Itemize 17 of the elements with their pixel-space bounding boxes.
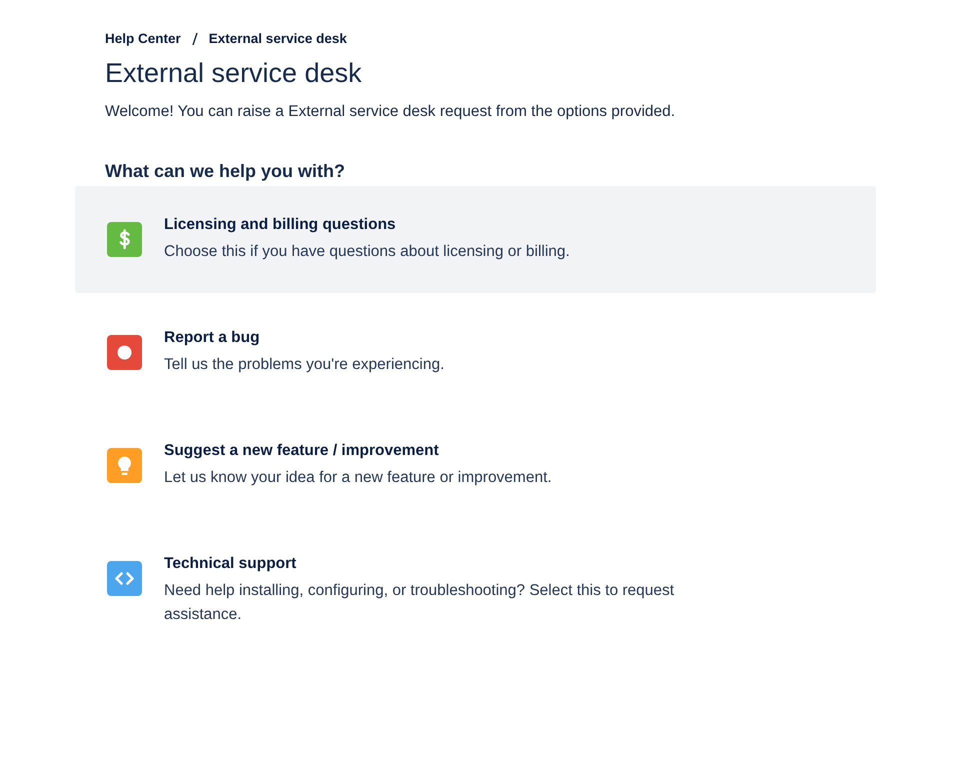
request-type-item[interactable]: Report a bug Tell us the problems you're experiencing. <box>75 299 876 406</box>
request-type-name: Report a bug <box>164 328 261 348</box>
request-type-description: Choose this if you have questions about licensing or billing. <box>164 242 570 262</box>
request-type-name: Suggest a new feature / improvement <box>164 441 440 462</box>
request-type-description: Let us know your idea for a new feature or improvement. <box>164 468 552 488</box>
request-type-item[interactable]: Licensing and billing questions Choose this if you have questions about licensing or billing. <box>75 186 876 294</box>
request-type-name: Technical support <box>164 554 298 574</box>
page-title: External service desk <box>104 57 363 90</box>
request-type-description: Need help installing, configuring, or troubleshooting? Select this to request assistance. <box>164 580 676 625</box>
request-type-name: Licensing and billing questions <box>164 215 397 236</box>
breadcrumb-link[interactable]: Help Center <box>105 29 181 50</box>
request-type-item[interactable]: Suggest a new feature / improvement Let us know your idea for a new feature or improvement. <box>75 412 876 520</box>
breadcrumb-link[interactable]: External service desk <box>208 29 347 50</box>
request-type-item[interactable]: Technical support Need help installing, configuring, or troubleshooting? Select this to request assistance. <box>75 525 876 654</box>
request-type-description: Tell us the problems you're experiencing. <box>164 354 444 375</box>
section-heading: What can we help you with? <box>104 160 346 182</box>
welcome-text: Welcome! You can raise a External service desk request from the options provided. <box>104 102 676 122</box>
